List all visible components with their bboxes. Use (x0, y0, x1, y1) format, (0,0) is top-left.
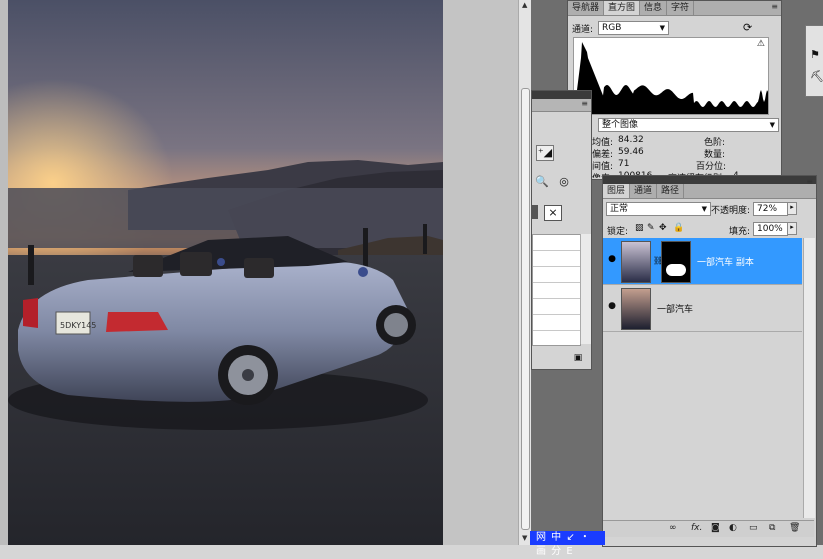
trash-icon[interactable]: 🗑 (789, 523, 800, 533)
histogram-graph: ⚠ (573, 37, 769, 115)
folder-icon[interactable]: ▭ (749, 523, 758, 533)
layer-name: 一部汽车 (657, 305, 694, 315)
list-item[interactable] (533, 267, 580, 283)
warning-icon: ⚠ (756, 39, 765, 49)
layer-row-original[interactable]: ● 一部汽车 (603, 285, 802, 332)
tab-channels[interactable]: 通道 (630, 184, 658, 198)
std-value: 59.46 (618, 147, 644, 157)
tab-navigator[interactable]: 导航器 (568, 1, 605, 15)
preset-list[interactable] (532, 234, 581, 346)
channel-label: 通道: (572, 25, 594, 35)
list-item[interactable] (533, 251, 580, 267)
camera-icon[interactable]: ▣ (570, 351, 586, 365)
lock-paint-icon[interactable]: ✎ (647, 223, 655, 233)
source-value: 整个图像 (602, 120, 639, 130)
channel-value: RGB (602, 23, 622, 33)
panel-menu-icon[interactable]: ≡ (806, 177, 813, 186)
panel-header: ≡ (532, 99, 591, 112)
layer-thumbnail (621, 241, 651, 283)
opacity-input[interactable]: 72% (753, 202, 788, 216)
chevron-down-icon: ▼ (701, 205, 707, 213)
tool-presets-panel: ≡ ⁺◢ 🔍 ◎ ⨯ ▣ (531, 90, 592, 370)
document-canvas[interactable]: 5DKY145 (8, 0, 443, 545)
chevron-down-icon: ▼ (769, 121, 775, 129)
eye-icon[interactable]: ● (607, 301, 617, 311)
tool-icon[interactable]: ⛏ (810, 70, 823, 83)
tab-info[interactable]: 信息 (640, 1, 668, 15)
fill-label: 填充: (729, 227, 751, 237)
list-item[interactable] (533, 235, 580, 251)
lock-transparent-icon[interactable]: ▨ (635, 223, 644, 233)
panel-menu-icon[interactable]: ≡ (581, 99, 588, 108)
panel-menu-icon[interactable]: ≡ (771, 2, 778, 11)
list-item[interactable] (533, 283, 580, 299)
median-value: 71 (618, 159, 630, 169)
clear-icon[interactable]: ⨯ (544, 205, 562, 221)
tool-icon[interactable]: ⚑ (810, 48, 820, 61)
layers-panel: 图层 通道 路径 ≡ 正常 ▼ 不透明度: 72% ▸ 锁定: ▨ ✎ ✥ 🔒 … (602, 175, 817, 547)
opacity-value: 72% (757, 204, 778, 214)
lock-label: 锁定: (607, 227, 629, 237)
gradient-icon[interactable] (532, 205, 538, 219)
blend-mode-value: 正常 (610, 204, 629, 214)
canvas-edge (0, 0, 8, 545)
source-select[interactable]: 整个图像 ▼ (598, 118, 779, 132)
opacity-arrow-icon[interactable]: ▸ (787, 202, 797, 215)
document-vertical-scrollbar[interactable]: ▲ ▼ (518, 0, 531, 545)
layers-tabs: 图层 通道 路径 ≡ (603, 177, 816, 199)
fx-icon[interactable]: fx. (691, 523, 702, 533)
histogram-panel: 导航器 直方图 信息 字符 ≡ 通道: RGB ▼ ⟳ ⚠ ÷ 整个图像 ▼ 均… (567, 0, 782, 180)
layer-row-copy[interactable]: ● ⛓ 一部汽车 副本 (603, 238, 802, 285)
panel-titlebar[interactable] (603, 176, 816, 184)
layer-thumbnail (621, 288, 651, 330)
scrollbar-thumb[interactable] (521, 88, 530, 530)
zoom-tool-icon[interactable]: 🔍 (534, 175, 550, 189)
list-item[interactable] (533, 299, 580, 315)
histogram-tabs: 导航器 直方图 信息 字符 ≡ (568, 1, 781, 16)
opacity-label: 不透明度: (711, 206, 751, 216)
mask-shape (666, 264, 686, 276)
lock-all-icon[interactable]: 🔒 (673, 223, 684, 233)
refresh-icon[interactable]: ⟳ (743, 21, 752, 34)
blend-mode-select[interactable]: 正常 ▼ (606, 202, 711, 216)
blend-icon[interactable]: ◎ (556, 175, 572, 189)
adjustment-icon[interactable]: ◐ (729, 523, 737, 533)
tab-paths[interactable]: 路径 (657, 184, 685, 198)
ime-toolbar[interactable]: 网 中 ↙ ・ 画 分 E (530, 531, 605, 557)
mean-value: 84.32 (618, 135, 644, 145)
channel-select[interactable]: RGB ▼ (598, 21, 669, 35)
scroll-up-icon[interactable]: ▲ (522, 1, 527, 9)
panel-titlebar[interactable] (532, 91, 591, 99)
fill-arrow-icon[interactable]: ▸ (787, 222, 797, 235)
mask-icon[interactable]: ◙ (711, 523, 720, 533)
tab-layers[interactable]: 图层 (603, 184, 631, 198)
chevron-down-icon: ▼ (659, 24, 665, 32)
fill-input[interactable]: 100% (753, 222, 788, 236)
add-anchor-icon[interactable]: ⁺◢ (536, 145, 554, 161)
lock-move-icon[interactable]: ✥ (659, 223, 667, 233)
new-layer-icon[interactable]: ⧉ (769, 523, 775, 533)
right-dock: ⚑ ⛏ (805, 25, 823, 97)
layer-mask-thumbnail[interactable] (661, 241, 691, 283)
preset-list-scrollbar[interactable] (580, 234, 591, 344)
fill-value: 100% (757, 224, 783, 234)
list-item[interactable] (533, 315, 580, 331)
link-layers-icon[interactable]: ∞ (669, 523, 677, 533)
tab-histogram[interactable]: 直方图 (604, 1, 641, 15)
layers-scrollbar[interactable] (803, 238, 815, 518)
svg-text:5DKY145: 5DKY145 (60, 321, 96, 330)
eye-icon[interactable]: ● (607, 254, 617, 264)
histogram-curve (574, 42, 768, 114)
canvas-background (443, 0, 518, 545)
scroll-down-icon[interactable]: ▼ (522, 534, 527, 542)
layer-name: 一部汽车 副本 (697, 258, 754, 268)
tab-character[interactable]: 字符 (667, 1, 695, 15)
layers-toolbar: ∞ fx. ◙ ◐ ▭ ⧉ 🗑 (603, 520, 814, 537)
car-photo: 5DKY145 (8, 0, 443, 545)
